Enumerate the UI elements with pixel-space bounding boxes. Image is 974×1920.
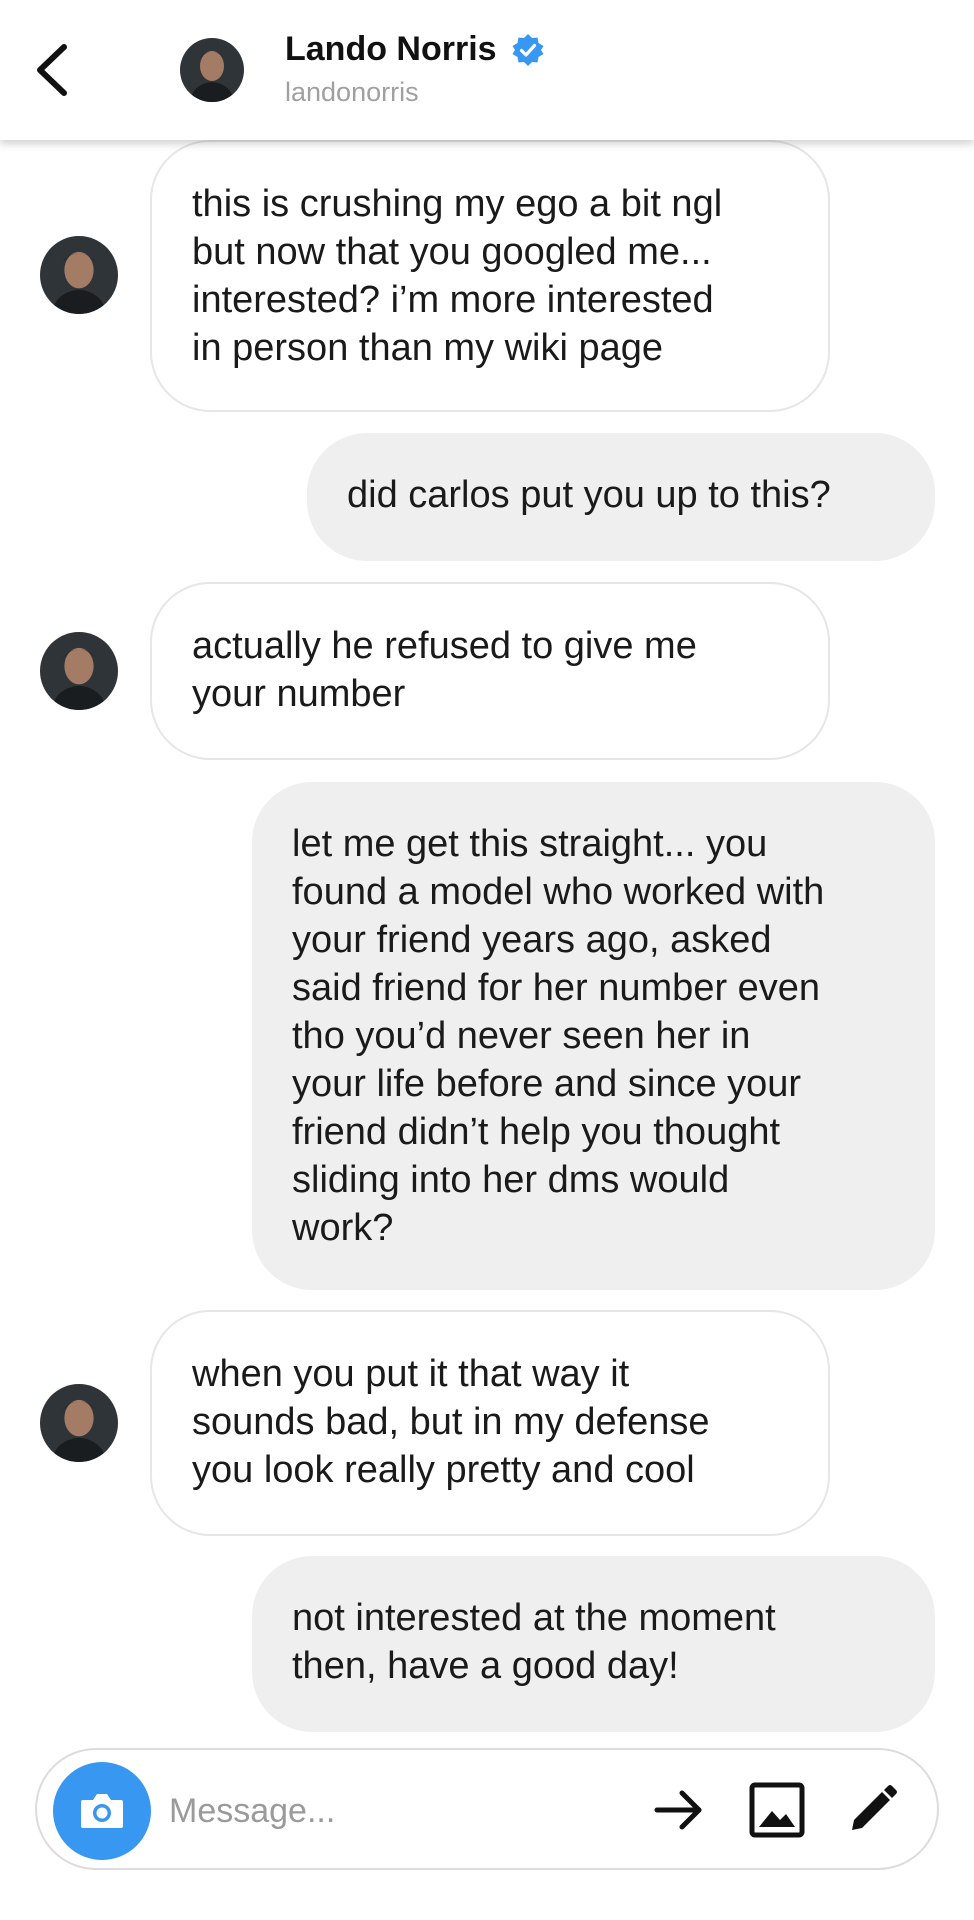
message-bubble-sent[interactable]: did carlos put you up to this? [307,433,935,561]
message-bubble-sent[interactable]: not interested at the moment then, have … [252,1556,935,1732]
verified-badge-icon [512,33,544,66]
message-bubble-received[interactable]: this is crushing my ego a bit ngl but no… [150,140,830,412]
message-bubble-received[interactable]: when you put it that way it sounds bad, … [150,1310,830,1536]
gallery-button[interactable] [747,1780,807,1840]
message-bubble-received[interactable]: actually he refused to give me your numb… [150,582,830,760]
contact-name-text: Lando Norris [285,30,497,68]
message-bubble-sent[interactable]: let me get this straight... you found a … [252,782,935,1290]
chat-header: Lando Norris landonorris [0,0,974,140]
message-input[interactable] [167,1780,591,1842]
pencil-icon [852,1785,897,1830]
edit-button[interactable] [842,1780,902,1840]
arrow-right-icon [654,1790,702,1830]
image-icon [749,1782,805,1838]
avatar[interactable] [180,38,244,102]
camera-button[interactable] [53,1762,151,1860]
avatar[interactable] [40,1384,118,1462]
avatar[interactable] [40,632,118,710]
avatar[interactable] [40,236,118,314]
contact-handle: landonorris [285,77,419,107]
contact-name[interactable]: Lando Norris [285,30,545,69]
message-composer [35,1748,939,1870]
camera-icon [81,1794,123,1828]
send-button[interactable] [649,1780,709,1840]
back-button[interactable] [28,35,78,105]
chevron-left-icon [37,44,67,96]
